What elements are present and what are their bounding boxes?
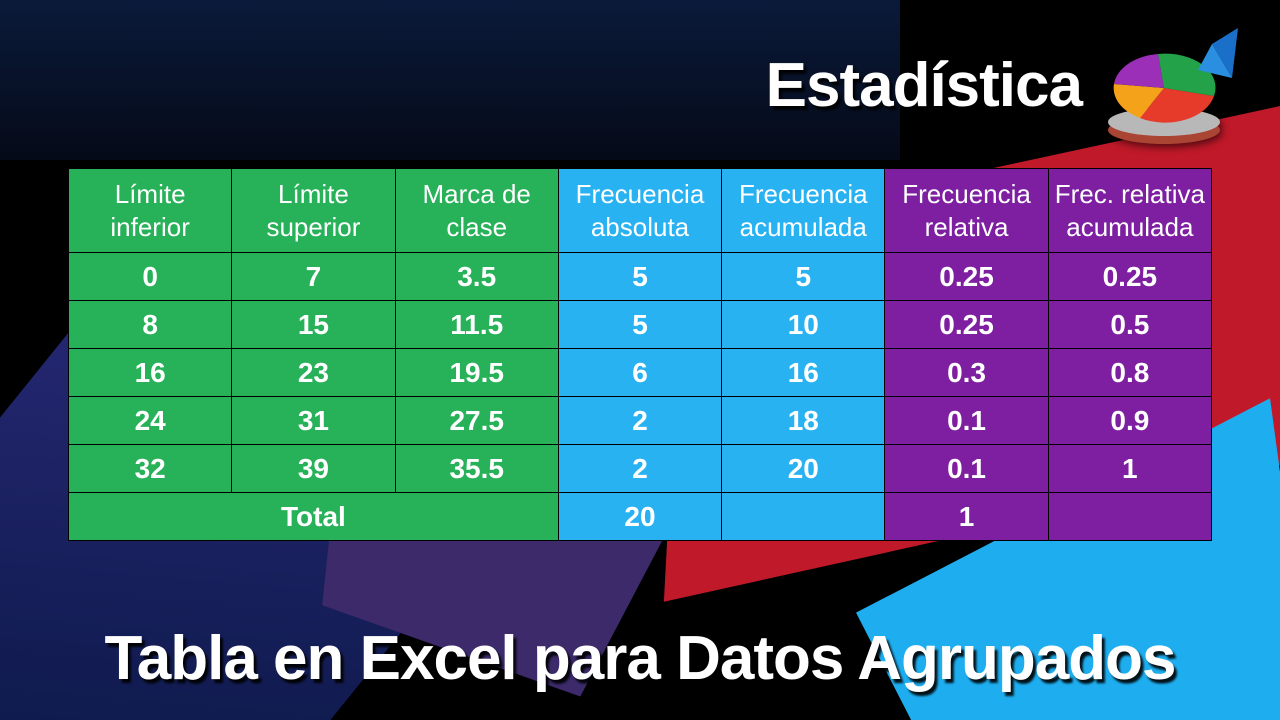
total-label: Total [69,493,559,541]
pie-chart-icon [1100,20,1240,150]
table-row: 81511.55100.250.5 [69,301,1212,349]
cell-fra: 0.5 [1048,301,1211,349]
cell-fc: 20 [722,445,885,493]
table-total-row: Total20 1 [69,493,1212,541]
cell-fa: 2 [558,397,721,445]
cell-ls: 23 [232,349,395,397]
cell-fra: 0.9 [1048,397,1211,445]
total-fc [722,493,885,541]
table-row: 243127.52180.10.9 [69,397,1212,445]
cell-mc: 27.5 [395,397,558,445]
cell-mc: 3.5 [395,253,558,301]
cell-ls: 31 [232,397,395,445]
cell-fa: 2 [558,445,721,493]
col-limite-superior: Límite superior [232,169,395,253]
total-fa: 20 [558,493,721,541]
cell-fr: 0.25 [885,301,1048,349]
cell-fa: 5 [558,301,721,349]
total-fra [1048,493,1211,541]
cell-fra: 0.8 [1048,349,1211,397]
cell-fr: 0.1 [885,397,1048,445]
cell-fr: 0.25 [885,253,1048,301]
cell-mc: 35.5 [395,445,558,493]
table-row: 323935.52200.11 [69,445,1212,493]
cell-fa: 6 [558,349,721,397]
header: Estadística [766,20,1240,150]
col-frec-acumulada: Frecuencia acumulada [722,169,885,253]
cell-li: 8 [69,301,232,349]
col-limite-inferior: Límite inferior [69,169,232,253]
cell-fa: 5 [558,253,721,301]
cell-ls: 7 [232,253,395,301]
cell-li: 32 [69,445,232,493]
frequency-table: Límite inferior Límite superior Marca de… [68,168,1212,541]
table-row: 162319.56160.30.8 [69,349,1212,397]
table-row: 073.5550.250.25 [69,253,1212,301]
cell-li: 0 [69,253,232,301]
table-header-row: Límite inferior Límite superior Marca de… [69,169,1212,253]
cell-li: 24 [69,397,232,445]
cell-fc: 5 [722,253,885,301]
cell-fra: 1 [1048,445,1211,493]
total-fr: 1 [885,493,1048,541]
col-frec-absoluta: Frecuencia absoluta [558,169,721,253]
cell-li: 16 [69,349,232,397]
cell-fr: 0.1 [885,445,1048,493]
cell-mc: 11.5 [395,301,558,349]
col-marca-clase: Marca de clase [395,169,558,253]
cell-fc: 16 [722,349,885,397]
cell-fra: 0.25 [1048,253,1211,301]
col-frec-relativa: Frecuencia relativa [885,169,1048,253]
cell-fc: 18 [722,397,885,445]
cell-fc: 10 [722,301,885,349]
cell-mc: 19.5 [395,349,558,397]
footer-title: Tabla en Excel para Datos Agrupados [0,623,1280,694]
page-title: Estadística [766,50,1082,121]
cell-ls: 15 [232,301,395,349]
cell-ls: 39 [232,445,395,493]
col-frec-rel-acum: Frec. relativa acumulada [1048,169,1211,253]
cell-fr: 0.3 [885,349,1048,397]
